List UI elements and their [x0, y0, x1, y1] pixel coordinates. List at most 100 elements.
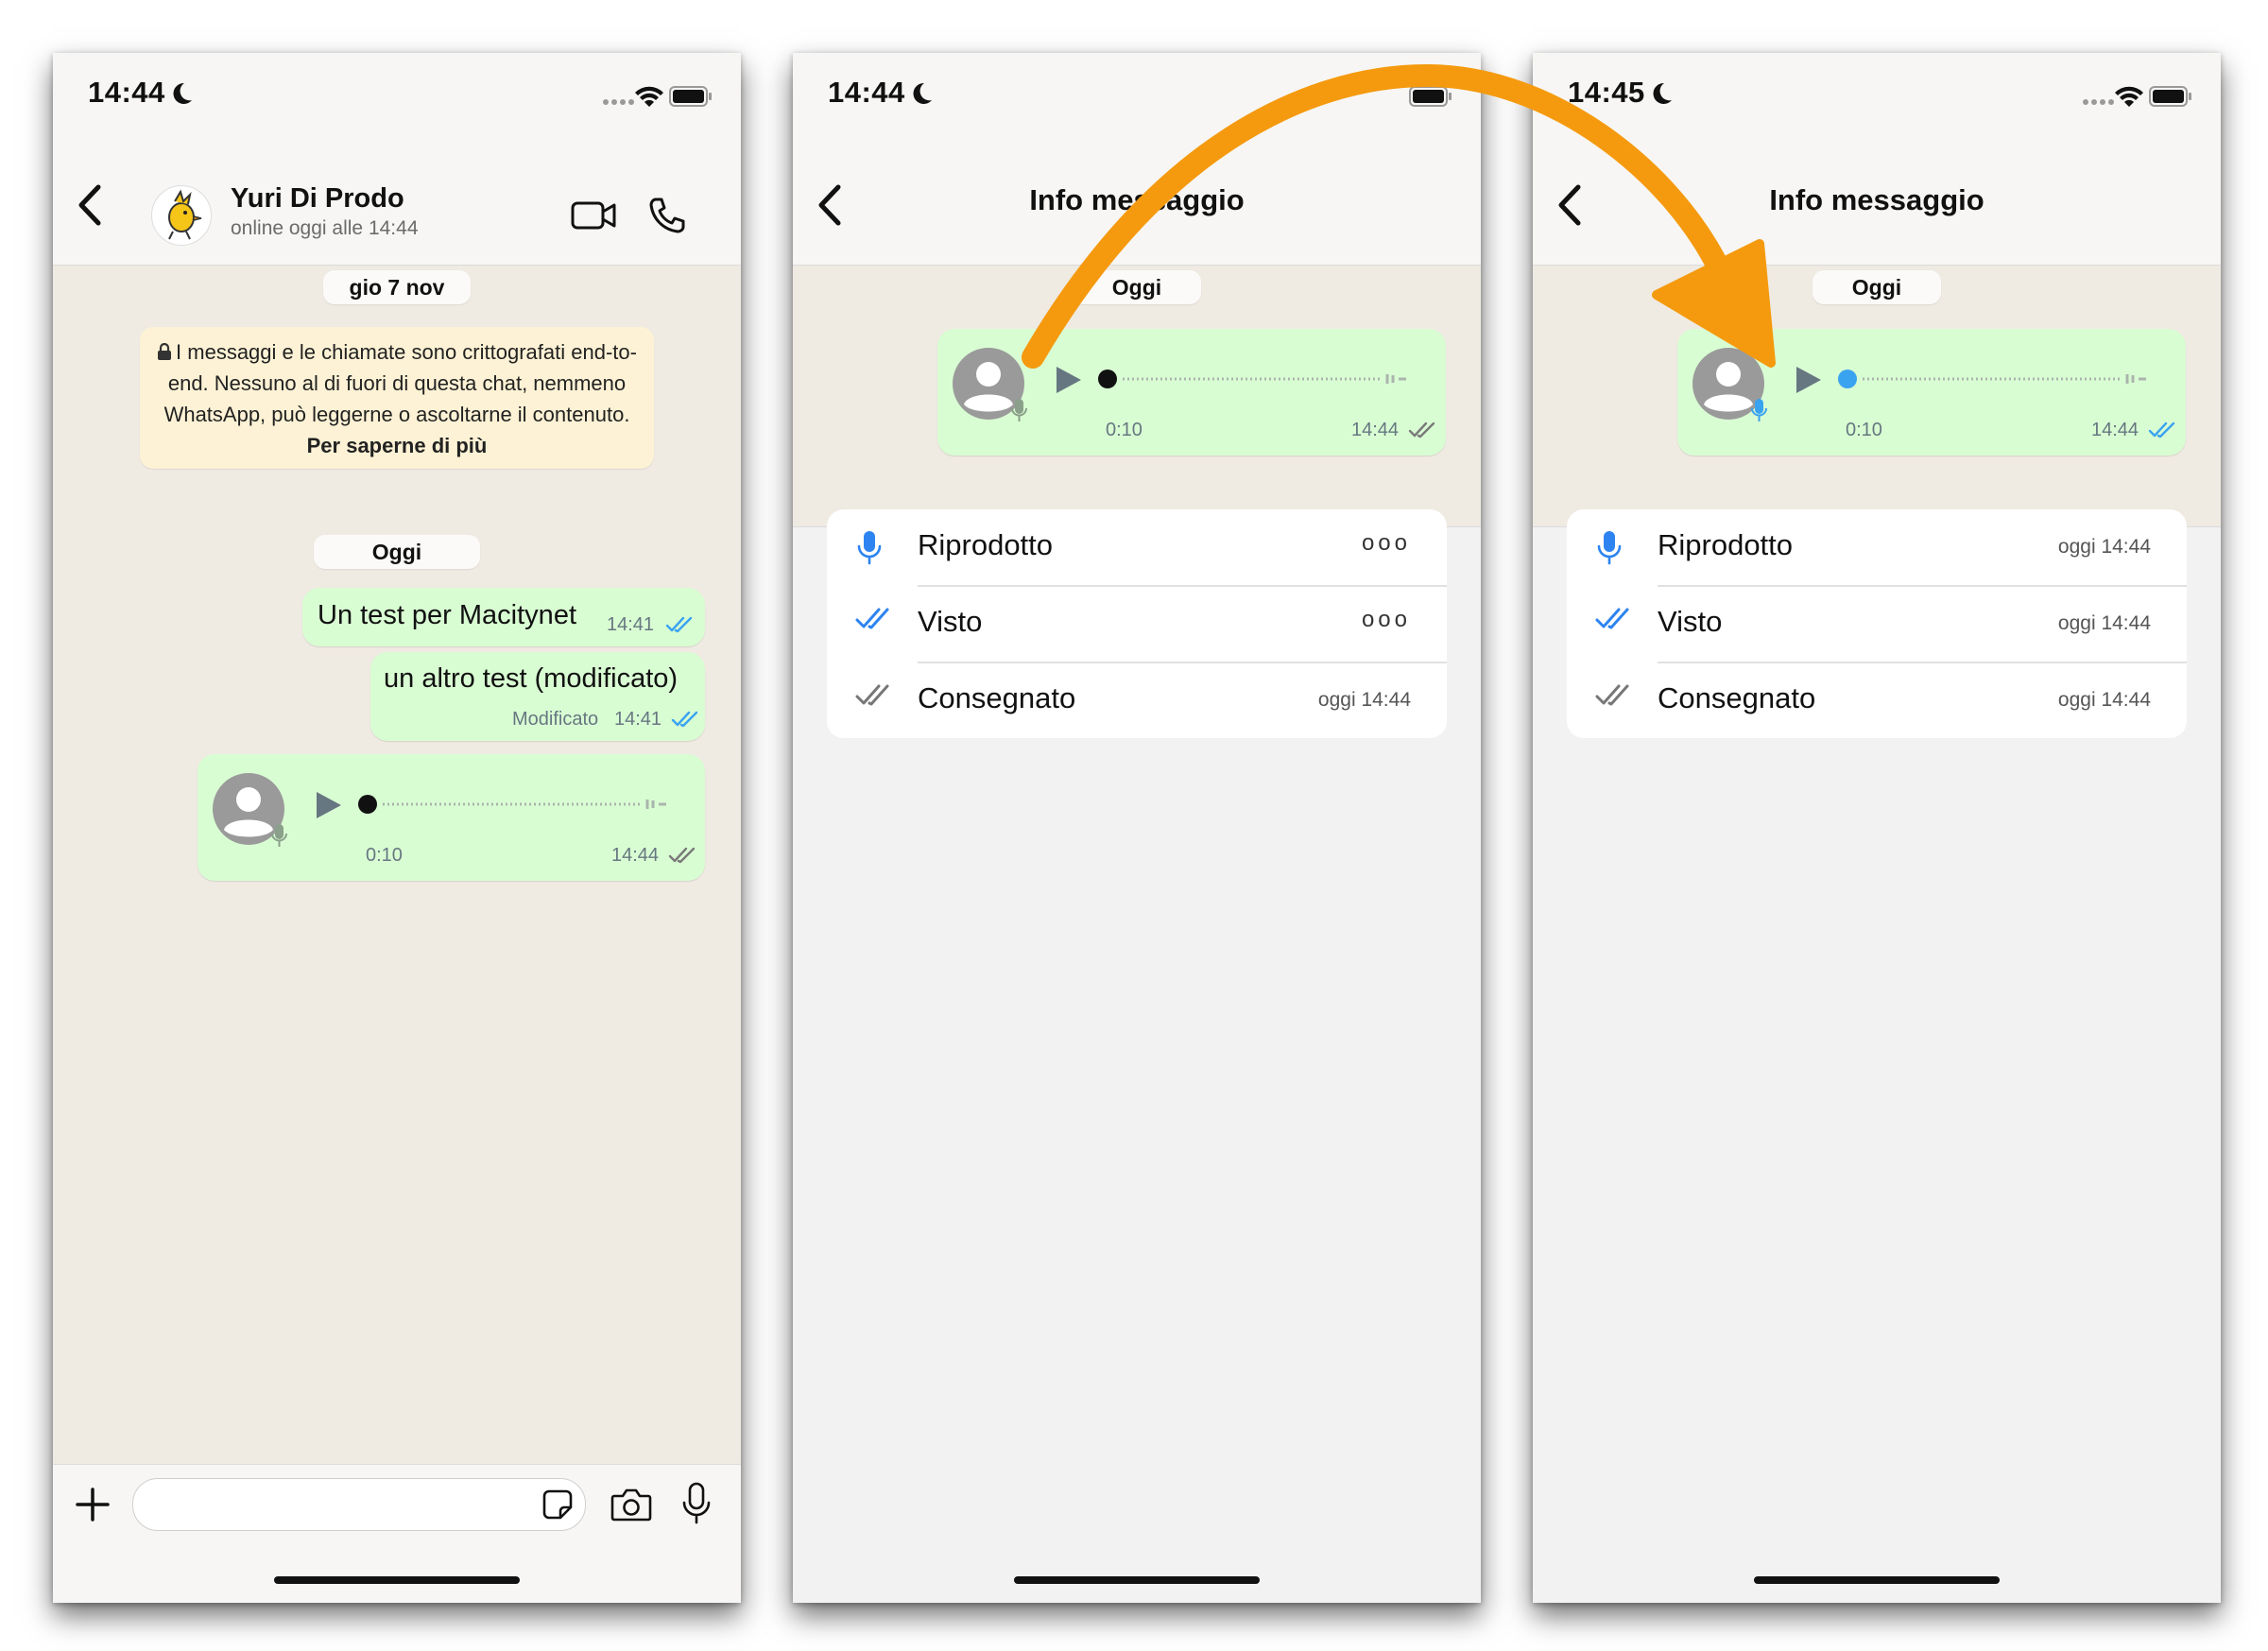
camera-icon[interactable] [610, 1488, 652, 1522]
voice-duration: 0:10 [366, 845, 403, 866]
bird-avatar-icon [168, 189, 202, 240]
encryption-notice[interactable]: I messaggi e le chiamate sono crittograf… [140, 327, 654, 469]
waveform-icon[interactable] [358, 792, 679, 817]
receipt-value: oggi 14:44 [2057, 689, 2151, 711]
video-call-icon[interactable] [571, 200, 616, 231]
edited-label: Modificato [512, 709, 599, 730]
today-pill: Oggi [1813, 270, 1941, 304]
home-indicator[interactable] [1754, 1576, 2000, 1584]
status-bar: 14:44 [53, 53, 741, 147]
delivered-ticks-icon [1408, 421, 1435, 439]
receipt-list: Riprodotto ooo Visto ooo Consegnato oggi… [827, 509, 1447, 738]
receipt-list: Riprodotto oggi 14:44 Visto oggi 14:44 C… [1567, 509, 2187, 738]
status-bar: 14:44 [793, 53, 1481, 147]
receipt-row-seen: Visto oggi 14:44 [1567, 586, 2187, 662]
back-chevron-icon[interactable] [74, 181, 108, 229]
message-text: Un test per Macitynet [318, 600, 576, 630]
sender-avatar-icon [1692, 348, 1767, 421]
read-ticks-icon [665, 616, 693, 633]
read-ticks-icon [2148, 421, 2175, 439]
message-time: 14:41 [607, 614, 655, 635]
receipt-value: oggi 14:44 [1317, 689, 1411, 711]
phone-call-icon[interactable] [648, 197, 686, 234]
receipt-value: oggi 14:44 [2057, 612, 2151, 634]
message-time: 14:41 [614, 709, 662, 730]
chat-header: Yuri Di Prodo online oggi alle 14:44 [53, 147, 741, 266]
voice-duration: 0:10 [1106, 420, 1143, 440]
voice-message-bubble[interactable]: 0:10 14:44 [1677, 329, 2186, 456]
delivered-ticks-icon [668, 847, 696, 864]
contact-status: online oggi alle 14:44 [231, 217, 419, 239]
plus-icon[interactable] [74, 1486, 112, 1523]
blue-microphone-icon [857, 531, 882, 565]
page-title: Info messaggio [1029, 183, 1245, 216]
message-time: 14:44 [1351, 420, 1400, 440]
message-input[interactable] [132, 1478, 586, 1531]
receipt-value: ooo [1361, 530, 1411, 556]
status-time: 14:44 [828, 76, 934, 110]
sender-avatar-icon [953, 348, 1027, 421]
grey-ticks-icon [855, 684, 889, 706]
page-title: Info messaggio [1769, 183, 1984, 216]
status-time: 14:45 [1568, 76, 1674, 110]
blue-ticks-icon [1595, 608, 1629, 629]
info-header: Info messaggio [1533, 147, 2221, 266]
moon-icon [1653, 82, 1672, 104]
receipt-label: Consegnato [1658, 681, 1816, 714]
message-text: un altro test (modificato) [384, 663, 679, 694]
read-ticks-icon [671, 711, 698, 728]
grey-ticks-icon [1595, 684, 1629, 706]
voice-message-bubble[interactable]: 0:10 14:44 [198, 754, 705, 881]
battery-icon [669, 86, 712, 107]
waveform-icon[interactable] [1838, 367, 2159, 391]
receipt-label: Visto [1658, 605, 1723, 638]
waveform-icon[interactable] [1098, 367, 1419, 391]
blue-microphone-icon [1597, 531, 1622, 565]
play-icon[interactable] [1055, 365, 1083, 395]
receipt-value: oggi 14:44 [2057, 536, 2151, 558]
receipt-label: Riprodotto [918, 528, 1054, 561]
home-indicator[interactable] [274, 1576, 520, 1584]
play-icon[interactable] [315, 790, 343, 820]
status-time: 14:44 [88, 76, 194, 110]
contact-avatar[interactable] [151, 185, 212, 246]
receipt-row-delivered: Consegnato oggi 14:44 [827, 662, 1447, 738]
blue-ticks-icon [855, 608, 889, 629]
signal-icon [2083, 99, 2114, 105]
battery-icon [1409, 86, 1452, 107]
sender-avatar-icon [213, 773, 287, 847]
contact-name[interactable]: Yuri Di Prodo [231, 183, 404, 215]
wifi-icon [635, 86, 663, 107]
sticker-icon[interactable] [541, 1488, 574, 1521]
wifi-icon [2115, 86, 2143, 107]
receipt-label: Visto [918, 605, 983, 638]
voice-duration: 0:10 [1846, 420, 1882, 440]
moon-icon [173, 82, 192, 104]
microphone-icon[interactable] [680, 1482, 713, 1525]
date-pill: gio 7 nov [323, 270, 471, 304]
message-time: 14:44 [611, 845, 660, 866]
message-info-screen: 14:45 Info messaggio Oggi 0:10 14:44 Rip… [1533, 53, 2221, 1603]
status-bar: 14:45 [1533, 53, 2221, 147]
receipt-row-delivered: Consegnato oggi 14:44 [1567, 662, 2187, 738]
encryption-learn-more-link[interactable]: Per saperne di più [307, 434, 488, 457]
moon-icon [913, 82, 932, 104]
receipt-row-played: Riprodotto oggi 14:44 [1567, 509, 2187, 585]
message-bubble[interactable]: un altro test (modificato) Modificato 14… [370, 652, 705, 741]
receipt-row-seen: Visto ooo [827, 586, 1447, 662]
today-pill: Oggi [314, 535, 480, 569]
voice-message-bubble[interactable]: 0:10 14:44 [937, 329, 1446, 456]
home-indicator[interactable] [1014, 1576, 1260, 1584]
message-info-screen: 14:44 Info messaggio Oggi 0:10 14:44 Rip… [793, 53, 1481, 1603]
signal-icon [603, 99, 634, 105]
play-icon[interactable] [1795, 365, 1823, 395]
receipt-label: Riprodotto [1658, 528, 1794, 561]
encryption-text: I messaggi e le chiamate sono crittograf… [163, 340, 637, 426]
battery-icon [2149, 86, 2191, 107]
today-pill: Oggi [1073, 270, 1201, 304]
message-bubble[interactable]: Un test per Macitynet 14:41 [302, 588, 705, 646]
receipt-value: ooo [1361, 607, 1411, 632]
chat-screen: 14:44 Yuri Di Prodo online oggi alle 14:… [53, 53, 741, 1603]
receipt-row-played: Riprodotto ooo [827, 509, 1447, 585]
lock-icon [158, 342, 172, 360]
